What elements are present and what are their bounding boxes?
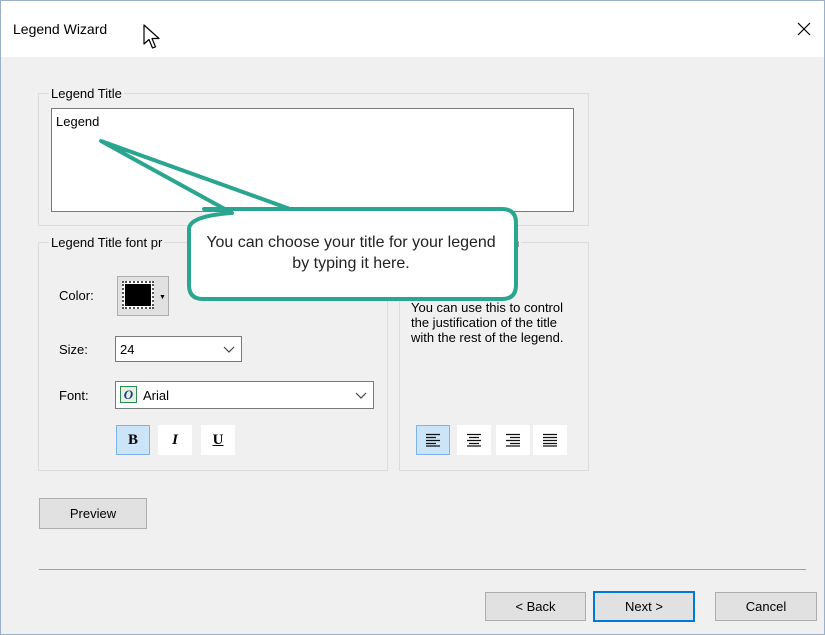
dropdown-arrow-icon: ▼ bbox=[159, 294, 166, 301]
font-properties-group-label: Legend Title font pr bbox=[51, 235, 163, 250]
align-justify-button[interactable] bbox=[533, 425, 567, 455]
font-select[interactable]: O Arial bbox=[115, 381, 374, 409]
align-center-button[interactable] bbox=[457, 425, 491, 455]
back-button[interactable]: < Back bbox=[485, 592, 586, 621]
align-left-button[interactable] bbox=[416, 425, 450, 455]
title-bar: Legend Wizard bbox=[1, 1, 824, 57]
legend-title-group-label: Legend Title bbox=[51, 86, 122, 101]
chevron-down-icon bbox=[355, 392, 367, 399]
alignment-description: You can use this to control the justific… bbox=[411, 300, 564, 345]
underline-label: U bbox=[212, 431, 224, 448]
align-center-icon bbox=[467, 433, 481, 447]
mouse-pointer-icon bbox=[143, 24, 160, 49]
italic-button[interactable]: I bbox=[158, 425, 192, 455]
callout-text: You can choose your title for your legen… bbox=[206, 234, 496, 272]
align-right-icon bbox=[506, 433, 520, 447]
size-select[interactable]: 24 bbox=[115, 336, 242, 362]
bold-button[interactable]: B bbox=[116, 425, 150, 455]
cancel-button-label: Cancel bbox=[745, 599, 787, 614]
font-value: Arial bbox=[143, 388, 170, 403]
window-title: Legend Wizard bbox=[13, 21, 108, 37]
color-picker-button[interactable]: ▼ bbox=[117, 276, 169, 316]
size-label: Size: bbox=[59, 342, 88, 357]
alignment-group-label: n bbox=[512, 235, 520, 250]
legend-wizard-dialog: Legend Wizard Legend Title Legend Title … bbox=[0, 0, 825, 635]
opentype-font-icon: O bbox=[120, 386, 137, 403]
close-button[interactable] bbox=[784, 11, 824, 47]
next-button[interactable]: Next > bbox=[593, 591, 695, 622]
italic-label: I bbox=[172, 431, 178, 448]
align-left-icon bbox=[426, 433, 440, 447]
back-button-label: < Back bbox=[515, 599, 556, 614]
size-value: 24 bbox=[120, 342, 135, 357]
cancel-button[interactable]: Cancel bbox=[715, 592, 817, 621]
underline-button[interactable]: U bbox=[201, 425, 235, 455]
bold-label: B bbox=[127, 431, 138, 448]
align-right-button[interactable] bbox=[496, 425, 530, 455]
chevron-down-icon bbox=[223, 346, 235, 353]
align-justify-icon bbox=[543, 433, 557, 447]
close-icon bbox=[797, 22, 811, 36]
next-button-label: Next > bbox=[625, 599, 663, 614]
color-swatch bbox=[122, 281, 154, 309]
font-label: Font: bbox=[59, 388, 89, 403]
legend-title-input[interactable] bbox=[51, 108, 574, 212]
preview-button-label: Preview bbox=[69, 506, 117, 521]
footer-separator bbox=[39, 569, 806, 570]
preview-button[interactable]: Preview bbox=[39, 498, 147, 529]
color-label: Color: bbox=[59, 288, 94, 303]
